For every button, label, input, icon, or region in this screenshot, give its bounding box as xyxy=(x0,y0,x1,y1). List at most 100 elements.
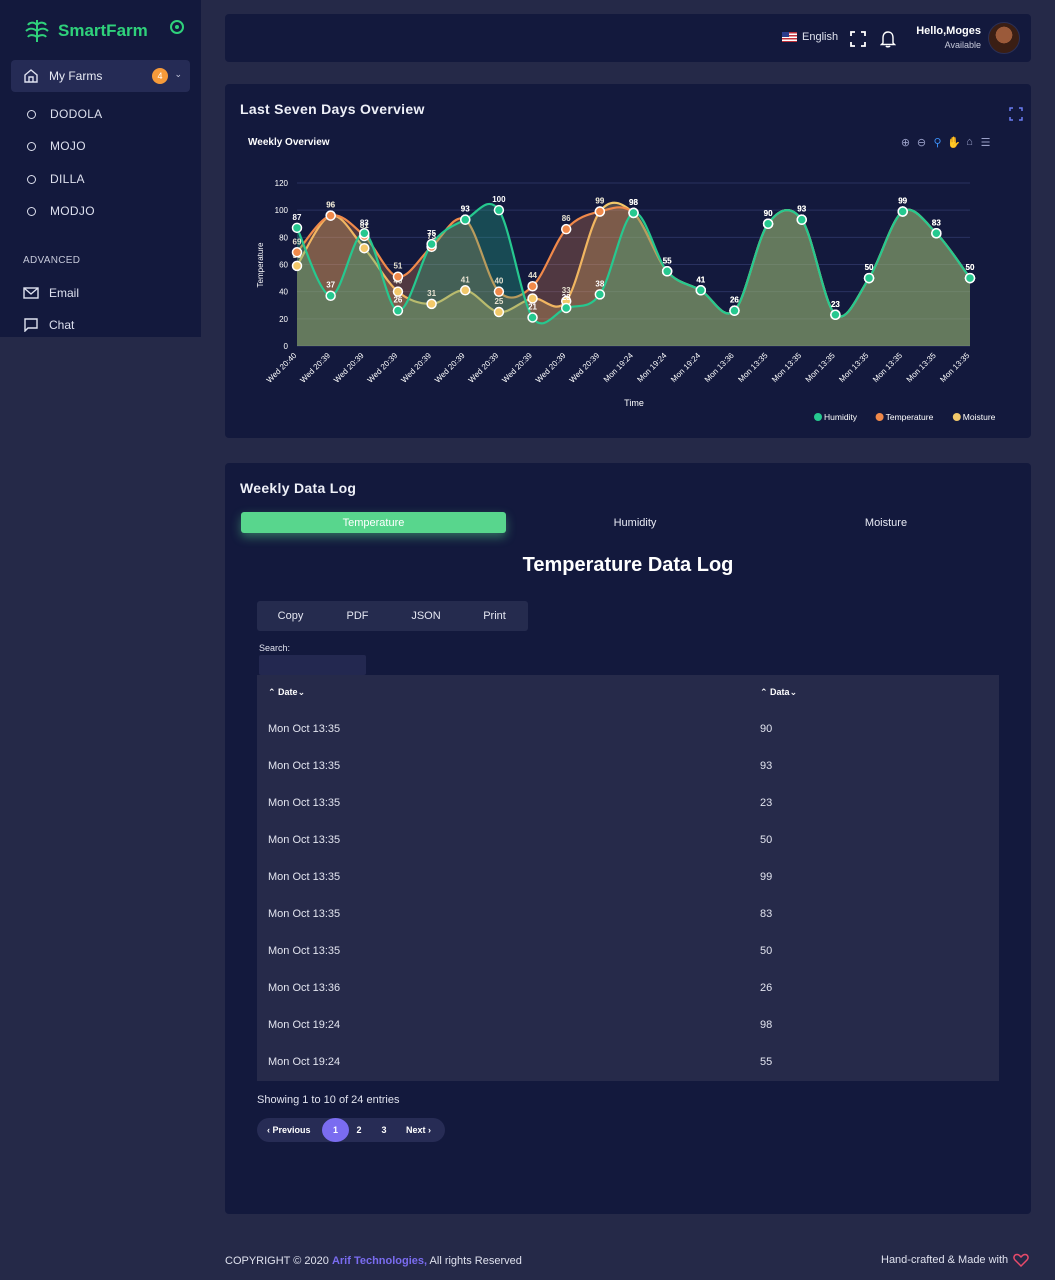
x-tick-label: Mon 19:24 xyxy=(669,351,702,384)
data-label: 28 xyxy=(562,293,571,302)
copy-button[interactable]: Copy xyxy=(257,601,324,631)
column-label: Data xyxy=(770,687,790,697)
fullscreen-icon[interactable] xyxy=(850,31,866,47)
x-tick-label: Mon 13:35 xyxy=(736,351,769,384)
column-label: Date xyxy=(278,687,298,697)
previous-label: Previous xyxy=(272,1125,311,1135)
data-label: 86 xyxy=(562,214,571,223)
data-label: 21 xyxy=(528,302,537,311)
y-axis-label: Temperature xyxy=(256,242,265,287)
data-point xyxy=(527,312,538,323)
x-tick-label: Wed 20:39 xyxy=(433,351,467,385)
data-label: 93 xyxy=(461,205,470,214)
x-tick-label: Wed 20:39 xyxy=(534,351,568,385)
data-label: 44 xyxy=(528,271,537,280)
farm-label: MODJO xyxy=(50,204,95,218)
cell-date: Mon Oct 13:35 xyxy=(268,760,341,772)
sidebar-item-dodola[interactable]: DODOLA xyxy=(27,107,102,121)
brand-name: SmartFarm xyxy=(58,21,148,40)
data-label: 51 xyxy=(393,262,402,271)
search-input[interactable] xyxy=(259,655,366,675)
data-point xyxy=(392,305,404,316)
search-label: Search: xyxy=(259,643,291,653)
data-label: 90 xyxy=(764,209,773,218)
sidebar-item-mojo[interactable]: MOJO xyxy=(27,139,86,153)
tab-temperature[interactable]: Temperature xyxy=(241,512,506,533)
cell-date: Mon Oct 13:35 xyxy=(268,834,341,846)
data-point xyxy=(964,272,976,284)
y-tick-label: 0 xyxy=(284,342,289,351)
print-button[interactable]: Print xyxy=(461,601,528,631)
cell-data: 83 xyxy=(760,908,773,920)
user-info[interactable]: Hello,Moges Available xyxy=(915,25,981,50)
x-tick-label: Wed 20:39 xyxy=(568,351,602,385)
cell-date: Mon Oct 13:36 xyxy=(268,982,341,994)
next-button[interactable]: Next › xyxy=(406,1118,431,1142)
farm-label: DODOLA xyxy=(50,107,103,121)
sidebar-item-chat[interactable]: Chat xyxy=(23,318,74,332)
data-point xyxy=(560,223,572,235)
page-button-2[interactable]: 2 xyxy=(355,1118,363,1142)
data-point xyxy=(493,286,505,297)
tab-humidity[interactable]: Humidity xyxy=(555,512,715,533)
x-tick-label: Wed 20:40 xyxy=(265,351,299,385)
cell-date: Mon Oct 13:35 xyxy=(268,797,341,809)
section-label-advanced: ADVANCED xyxy=(23,255,81,266)
footer-made-with: Hand-crafted & Made with xyxy=(881,1253,1029,1267)
avatar[interactable] xyxy=(988,22,1020,54)
sidebar-item-email[interactable]: Email xyxy=(23,286,79,300)
sidebar-item-modjo[interactable]: MODJO xyxy=(27,204,95,218)
log-heading: Temperature Data Log xyxy=(522,554,734,576)
data-label: 83 xyxy=(932,218,941,227)
sidebar: SmartFarm My Farms 4 ⌄ DODOLA MOJO DILLA… xyxy=(0,0,201,337)
data-label: 100 xyxy=(492,195,506,204)
x-tick-label: Mon 19:24 xyxy=(602,351,635,384)
bell-icon[interactable] xyxy=(880,30,896,48)
email-label: Email xyxy=(49,286,80,300)
sidebar-toggle-icon[interactable] xyxy=(170,20,184,34)
language-selector[interactable]: English xyxy=(782,31,838,43)
page-button-1[interactable]: 1 xyxy=(322,1118,349,1142)
table-row: Mon Oct 13:35 99 xyxy=(257,858,999,895)
rights-text: All rights Reserved xyxy=(429,1255,522,1267)
data-label: 99 xyxy=(898,197,907,206)
pdf-button[interactable]: PDF xyxy=(324,601,391,631)
data-point xyxy=(325,290,336,301)
table-row: Mon Oct 13:36 26 xyxy=(257,969,999,1006)
cell-date: Mon Oct 13:35 xyxy=(268,871,341,883)
cell-data: 55 xyxy=(760,1056,773,1068)
circle-icon xyxy=(27,141,36,151)
my-farms-label: My Farms xyxy=(49,69,103,83)
tab-moisture[interactable]: Moisture xyxy=(805,512,967,533)
sidebar-item-dilla[interactable]: DILLA xyxy=(27,172,85,186)
data-label: 93 xyxy=(797,205,806,214)
json-button[interactable]: JSON xyxy=(391,601,461,631)
language-label: English xyxy=(802,31,839,43)
chat-label: Chat xyxy=(49,318,75,332)
legend-marker xyxy=(814,413,822,421)
y-tick-label: 20 xyxy=(279,315,288,324)
x-tick-label: Wed 20:39 xyxy=(500,351,534,385)
x-tick-label: Mon 13:35 xyxy=(770,351,803,384)
data-point xyxy=(426,298,437,310)
page-button-3[interactable]: 3 xyxy=(380,1118,388,1142)
cell-date: Mon Oct 13:35 xyxy=(268,723,341,735)
sidebar-item-my-farms[interactable]: My Farms 4 ⌄ xyxy=(11,60,190,92)
column-header-date[interactable]: ⌃ Date⌄ xyxy=(268,687,305,698)
x-tick-label: Mon 13:35 xyxy=(837,351,870,384)
previous-button[interactable]: ‹ Previous xyxy=(267,1118,311,1142)
data-label: 75 xyxy=(427,229,436,238)
user-greeting: Hello,Moges xyxy=(916,25,981,37)
footer-brand-link[interactable]: Arif Technologies, xyxy=(332,1255,427,1267)
data-point xyxy=(392,271,404,282)
data-label: 31 xyxy=(427,289,436,298)
cell-data: 93 xyxy=(760,760,773,772)
brand-logo[interactable]: SmartFarm xyxy=(24,18,148,44)
data-point xyxy=(931,228,942,239)
column-header-data[interactable]: ⌃ Data⌄ xyxy=(760,687,797,698)
circle-icon xyxy=(27,109,36,119)
legend-temperature: Temperature xyxy=(886,412,934,422)
data-point xyxy=(291,247,303,258)
table-row: Mon Oct 13:35 90 xyxy=(257,710,999,747)
farm-label: DILLA xyxy=(50,172,85,186)
